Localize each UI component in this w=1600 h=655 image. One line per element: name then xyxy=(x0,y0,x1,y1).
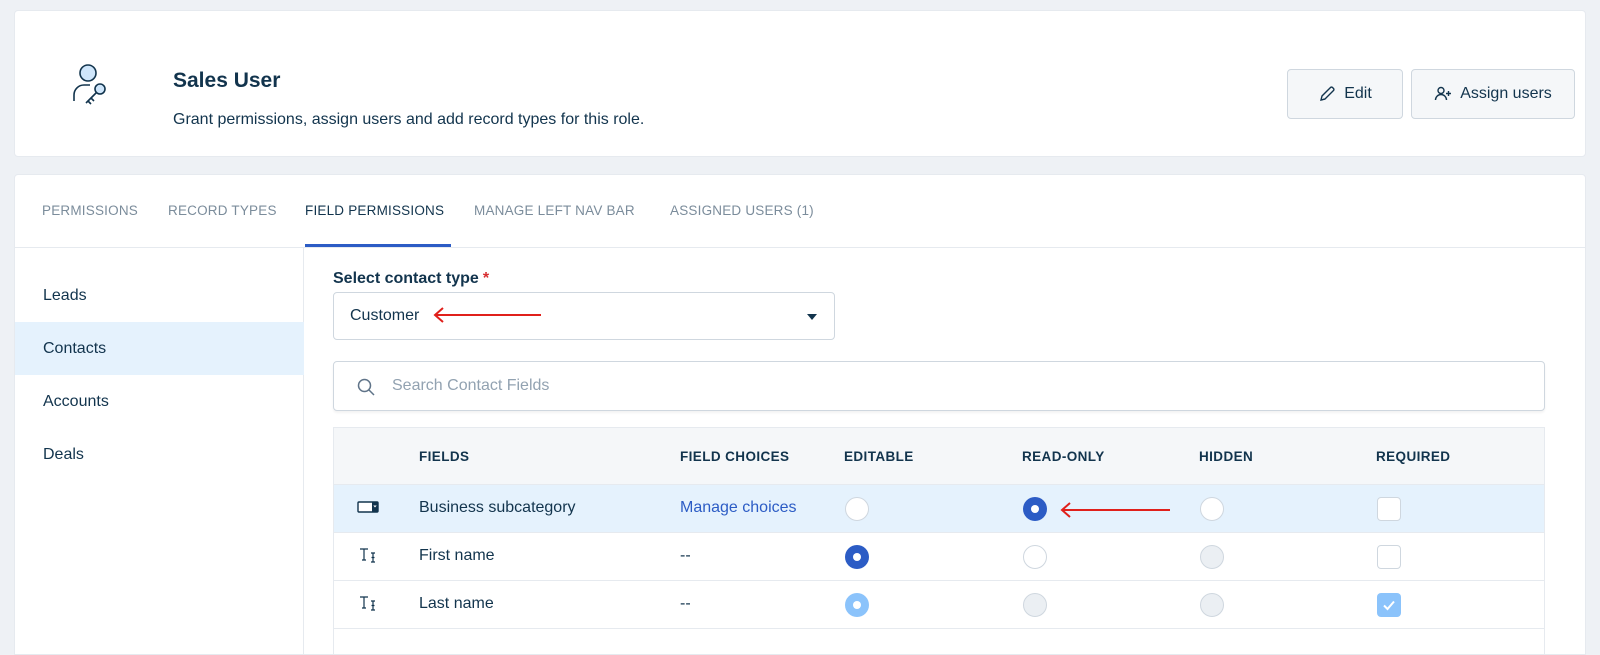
editable-radio xyxy=(845,593,869,617)
tab-bar: PERMISSIONS RECORD TYPES FIELD PERMISSIO… xyxy=(15,175,1585,248)
hidden-radio xyxy=(1200,545,1224,569)
header-required: REQUIRED xyxy=(1376,449,1451,464)
header-read-only: READ-ONLY xyxy=(1022,449,1105,464)
hidden-radio[interactable] xyxy=(1200,497,1224,521)
sidebar-item-deals[interactable]: Deals xyxy=(15,428,304,481)
sidebar-item-contacts[interactable]: Contacts xyxy=(15,322,304,375)
editable-radio[interactable] xyxy=(845,545,869,569)
assign-users-button[interactable]: Assign users xyxy=(1411,69,1575,119)
role-header-card: Sales User Grant permissions, assign use… xyxy=(14,10,1586,157)
table-row: Business subcategory Manage choices xyxy=(334,485,1544,533)
hidden-radio xyxy=(1200,593,1224,617)
active-tab-indicator xyxy=(305,244,451,247)
tab-record-types[interactable]: RECORD TYPES xyxy=(168,203,277,218)
role-title: Sales User xyxy=(173,69,281,92)
table-row: First name -- xyxy=(334,533,1544,581)
edit-button-label: Edit xyxy=(1344,85,1372,102)
header-field-choices: FIELD CHOICES xyxy=(680,449,790,464)
edit-button[interactable]: Edit xyxy=(1287,69,1403,119)
header-editable: EDITABLE xyxy=(844,449,914,464)
field-name: Last name xyxy=(419,595,494,612)
tab-permissions[interactable]: PERMISSIONS xyxy=(42,203,138,218)
tab-manage-left-nav-bar[interactable]: MANAGE LEFT NAV BAR xyxy=(474,203,635,218)
user-key-icon xyxy=(73,64,106,105)
role-settings-panel: PERMISSIONS RECORD TYPES FIELD PERMISSIO… xyxy=(14,174,1586,655)
contact-type-label: Select contact type * xyxy=(333,270,489,288)
header-hidden: HIDDEN xyxy=(1199,449,1254,464)
annotation-arrow-left-icon xyxy=(1060,502,1170,518)
dropdown-field-icon xyxy=(357,501,379,513)
module-sidebar: Leads Contacts Accounts Deals xyxy=(15,248,304,654)
table-header: FIELDS FIELD CHOICES EDITABLE READ-ONLY … xyxy=(334,428,1544,485)
sidebar-item-accounts[interactable]: Accounts xyxy=(15,375,304,428)
assign-users-label: Assign users xyxy=(1460,85,1552,102)
pencil-icon xyxy=(1320,86,1335,101)
contact-type-selected-value: Customer xyxy=(350,307,420,324)
checkmark-icon xyxy=(1383,600,1395,611)
field-permissions-table: FIELDS FIELD CHOICES EDITABLE READ-ONLY … xyxy=(333,427,1545,654)
table-row xyxy=(334,629,1544,654)
tab-assigned-users[interactable]: ASSIGNED USERS (1) xyxy=(670,203,814,218)
required-checkbox[interactable] xyxy=(1377,497,1401,521)
required-checkbox[interactable] xyxy=(1377,545,1401,569)
sidebar-item-leads[interactable]: Leads xyxy=(15,269,304,322)
text-field-icon xyxy=(360,596,375,611)
user-plus-icon xyxy=(1435,86,1452,101)
search-contact-fields[interactable] xyxy=(333,361,1545,411)
text-field-icon xyxy=(360,548,375,563)
header-fields: FIELDS xyxy=(419,449,470,464)
contact-type-select[interactable]: Customer xyxy=(333,292,835,340)
required-checkbox xyxy=(1377,593,1401,617)
role-description: Grant permissions, assign users and add … xyxy=(173,111,645,128)
field-choices-value: -- xyxy=(680,595,691,612)
read-only-radio xyxy=(1023,593,1047,617)
search-input[interactable] xyxy=(392,372,1512,400)
caret-down-icon xyxy=(807,314,817,320)
editable-radio[interactable] xyxy=(845,497,869,521)
read-only-radio[interactable] xyxy=(1023,497,1047,521)
manage-choices-link[interactable]: Manage choices xyxy=(680,499,797,517)
read-only-radio[interactable] xyxy=(1023,545,1047,569)
contact-type-label-text: Select contact type xyxy=(333,270,479,287)
search-icon xyxy=(357,378,375,396)
required-asterisk: * xyxy=(482,270,490,287)
field-name: Business subcategory xyxy=(419,499,576,516)
table-row: Last name -- xyxy=(334,581,1544,629)
annotation-arrow-left-icon xyxy=(433,307,541,323)
field-name: First name xyxy=(419,547,495,564)
field-choices-value: -- xyxy=(680,547,691,564)
tab-field-permissions[interactable]: FIELD PERMISSIONS xyxy=(305,203,444,218)
